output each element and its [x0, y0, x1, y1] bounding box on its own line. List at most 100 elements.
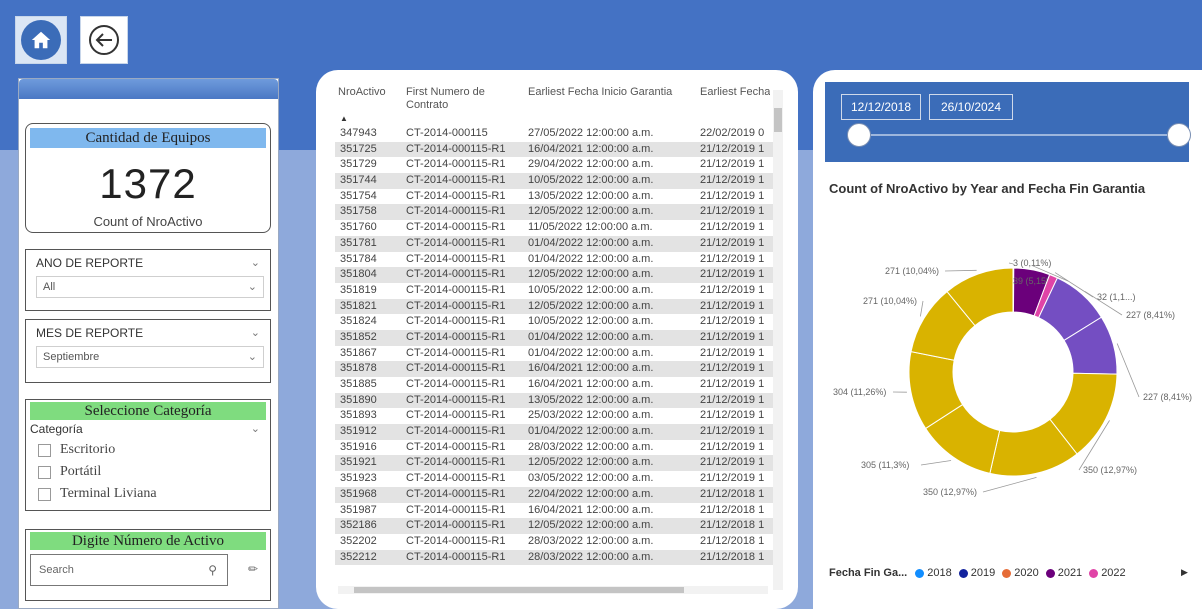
table-row[interactable]: 351885 CT-2014-000115-R1 16/04/2021 12:00:…: [335, 377, 781, 393]
table-cell: 21/12/2018 1: [700, 487, 765, 500]
ano-dropdown-value: All: [43, 281, 56, 293]
end-date-input[interactable]: 26/10/2024: [929, 94, 1013, 120]
data-label: 350 (12,97%): [923, 487, 977, 497]
mes-slicer: MES DE REPORTE ⌄ Septiembre ⌄: [25, 319, 271, 383]
eraser-icon[interactable]: ✏: [248, 562, 258, 576]
scrollbar-thumb[interactable]: [774, 108, 782, 132]
table-cell: 01/04/2022 12:00:00 a.m.: [528, 252, 654, 265]
checkbox[interactable]: [38, 487, 51, 501]
search-placeholder: Search: [39, 564, 74, 576]
table-row[interactable]: 351916 CT-2014-000115-R1 28/03/2022 12:00:…: [335, 440, 781, 456]
table-cell: CT-2014-000115-R1: [406, 472, 506, 485]
column-header[interactable]: Earliest Fecha: [700, 86, 770, 99]
table-row[interactable]: 351968 CT-2014-000115-R1 22/04/2022 12:00:…: [335, 486, 781, 503]
table-row[interactable]: 351725 CT-2014-000115-R1 16/04/2021 12:00:…: [335, 141, 781, 158]
data-label: 227 (8,41%): [1143, 392, 1192, 402]
legend-label: 2018: [927, 567, 952, 579]
categoria-option[interactable]: Terminal Liviana: [38, 486, 157, 502]
table-cell: 29/04/2022 12:00:00 a.m.: [528, 158, 654, 171]
table-row[interactable]: 351729 CT-2014-000115-R1 29/04/2022 12:00:…: [335, 157, 781, 173]
checkbox[interactable]: [38, 465, 51, 479]
table-cell: 351890: [340, 393, 377, 406]
date-slider-track[interactable]: [861, 134, 1181, 136]
table-row[interactable]: 351784 CT-2014-000115-R1 01/04/2022 12:00:…: [335, 252, 781, 268]
categoria-option-label: Terminal Liviana: [60, 486, 157, 501]
table-row[interactable]: 352186 CT-2014-000115-R1 12/05/2022 12:00:…: [335, 518, 781, 534]
scrollbar-thumb[interactable]: [354, 587, 684, 593]
table-cell: CT-2014-000115-R1: [406, 503, 506, 516]
chevron-down-icon: ⌄: [247, 281, 257, 293]
chevron-down-icon[interactable]: ⌄: [251, 256, 260, 269]
table-row[interactable]: 351921 CT-2014-000115-R1 12/05/2022 12:00:…: [335, 455, 781, 472]
table-row[interactable]: 351852 CT-2014-000115-R1 01/04/2022 12:00:…: [335, 329, 781, 346]
chevron-down-icon[interactable]: ⌄: [251, 422, 260, 435]
sort-ascending-icon[interactable]: ▲: [340, 114, 348, 123]
table-row[interactable]: 351781 CT-2014-000115-R1 01/04/2022 12:00:…: [335, 235, 781, 252]
filter-panel: Cantidad de Equipos 1372 Count of NroAct…: [18, 78, 279, 609]
leader-line: [944, 269, 977, 272]
table-row[interactable]: 351744 CT-2014-000115-R1 10/05/2022 12:00:…: [335, 173, 781, 189]
table-cell: 351916: [340, 440, 377, 453]
table-cell: 16/04/2021 12:00:00 a.m.: [528, 142, 654, 155]
ano-dropdown[interactable]: All ⌄: [36, 276, 264, 298]
table-row[interactable]: 352212 CT-2014-000115-R1 28/03/2022 12:00:…: [335, 549, 781, 566]
table-cell: CT-2014-000115-R1: [406, 330, 506, 343]
column-header[interactable]: NroActivo: [338, 86, 386, 99]
table-row[interactable]: 351867 CT-2014-000115-R1 01/04/2022 12:00:…: [335, 346, 781, 362]
column-header[interactable]: First Numero de Contrato: [406, 86, 506, 112]
home-button[interactable]: [15, 16, 67, 64]
table-row[interactable]: 351821 CT-2014-000115-R1 12/05/2022 12:00:…: [335, 298, 781, 315]
table-cell: CT-2014-000115-R1: [406, 252, 506, 265]
table-row[interactable]: 347943 CT-2014-000115 27/05/2022 12:00:00 …: [335, 126, 781, 142]
table-cell: 351725: [340, 142, 377, 155]
table-row[interactable]: 351754 CT-2014-000115-R1 13/05/2022 12:00:…: [335, 189, 781, 205]
top-bar: [0, 0, 1202, 66]
search-input[interactable]: Search ⚲: [30, 554, 228, 586]
home-icon: [21, 20, 61, 60]
horizontal-scrollbar[interactable]: [338, 586, 768, 594]
table-row[interactable]: 351890 CT-2014-000115-R1 13/05/2022 12:00:…: [335, 392, 781, 409]
legend-next-icon[interactable]: ▶: [1181, 567, 1188, 578]
legend-item[interactable]: 2021: [1045, 567, 1082, 579]
table-row[interactable]: 351758 CT-2014-000115-R1 12/05/2022 12:00:…: [335, 204, 781, 221]
legend-item[interactable]: 2022: [1089, 567, 1126, 579]
legend-item[interactable]: 2020: [1002, 567, 1039, 579]
legend-item[interactable]: 2019: [958, 567, 995, 579]
table-row[interactable]: 351893 CT-2014-000115-R1 25/03/2022 12:00:…: [335, 408, 781, 424]
categoria-option[interactable]: Portátil: [38, 464, 101, 480]
table-row[interactable]: 351912 CT-2014-000115-R1 01/04/2022 12:00:…: [335, 424, 781, 440]
table-cell: 12/05/2022 12:00:00 a.m.: [528, 519, 654, 532]
table-cell: 351852: [340, 330, 377, 343]
table-row[interactable]: 351804 CT-2014-000115-R1 12/05/2022 12:00:…: [335, 267, 781, 283]
slider-start-handle[interactable]: [847, 123, 871, 147]
table-row[interactable]: 351923 CT-2014-000115-R1 03/05/2022 12:00:…: [335, 471, 781, 487]
checkbox[interactable]: [38, 443, 51, 457]
legend-item[interactable]: 2018: [915, 567, 952, 579]
table-cell: 21/12/2019 1: [700, 158, 765, 171]
table-cell: 13/05/2022 12:00:00 a.m.: [528, 393, 654, 406]
back-button[interactable]: [80, 16, 128, 64]
vertical-scrollbar[interactable]: [773, 90, 783, 590]
table-cell: CT-2014-000115-R1: [406, 158, 506, 171]
mes-dropdown[interactable]: Septiembre ⌄: [36, 346, 264, 368]
table-row[interactable]: 351824 CT-2014-000115-R1 10/05/2022 12:00:…: [335, 314, 781, 330]
table-row[interactable]: 351760 CT-2014-000115-R1 11/05/2022 12:00:…: [335, 220, 781, 236]
table-row[interactable]: 351878 CT-2014-000115-R1 16/04/2021 12:00:…: [335, 361, 781, 377]
table-cell: 01/04/2022 12:00:00 a.m.: [528, 425, 654, 438]
table-row[interactable]: 351819 CT-2014-000115-R1 10/05/2022 12:00:…: [335, 283, 781, 299]
chevron-down-icon[interactable]: ⌄: [251, 326, 260, 339]
table-cell: 01/04/2022 12:00:00 a.m.: [528, 236, 654, 249]
slider-end-handle[interactable]: [1167, 123, 1191, 147]
table-row[interactable]: 351987 CT-2014-000115-R1 16/04/2021 12:00:…: [335, 503, 781, 519]
start-date-input[interactable]: 12/12/2018: [841, 94, 921, 120]
table-cell: CT-2014-000115-R1: [406, 268, 506, 281]
table-cell: 21/12/2019 1: [700, 315, 765, 328]
table-cell: 351760: [340, 221, 377, 234]
ano-slicer-label: ANO DE REPORTE: [36, 256, 144, 270]
categoria-option[interactable]: Escritorio: [38, 442, 115, 458]
table-cell: 21/12/2019 1: [700, 174, 765, 187]
table-row[interactable]: 352202 CT-2014-000115-R1 28/03/2022 12:00:…: [335, 534, 781, 550]
table-cell: 12/05/2022 12:00:00 a.m.: [528, 268, 654, 281]
column-header[interactable]: Earliest Fecha Inicio Garantia: [528, 86, 698, 99]
table-cell: 28/03/2022 12:00:00 a.m.: [528, 550, 654, 563]
